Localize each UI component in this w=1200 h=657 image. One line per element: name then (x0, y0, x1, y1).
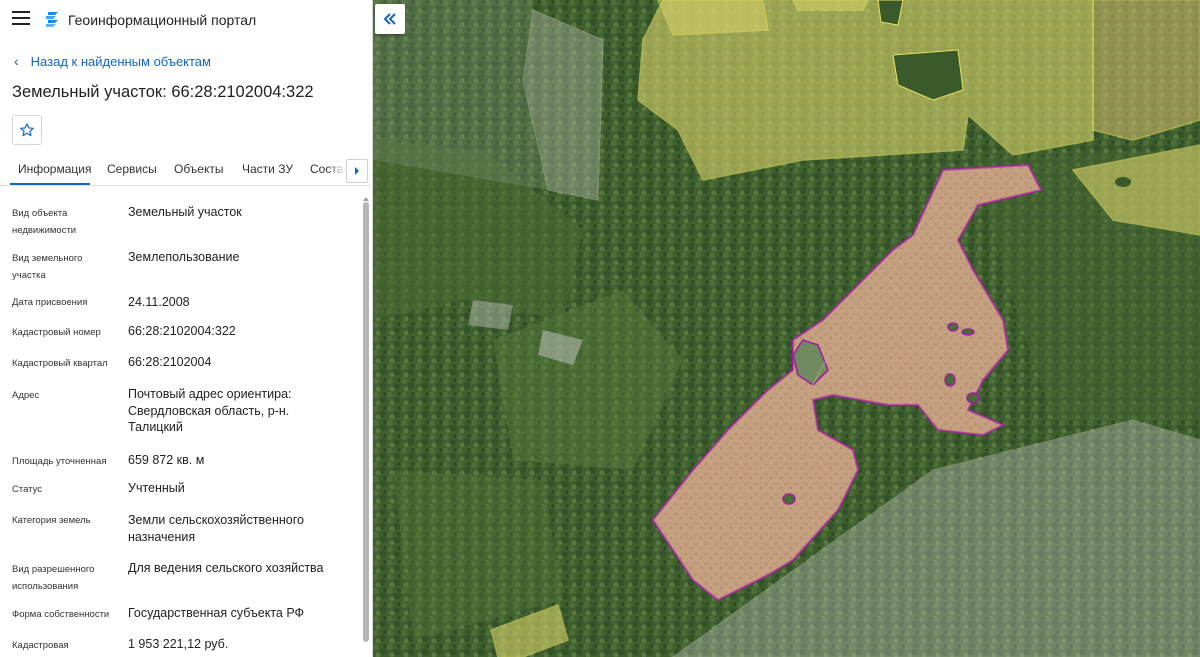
tab-parts[interactable]: Части ЗУ (242, 162, 293, 176)
map-view[interactable] (373, 0, 1200, 657)
hamburger-icon[interactable] (12, 11, 30, 27)
info-label: Дата присвоения (12, 297, 88, 308)
active-tab-indicator (10, 183, 90, 185)
tab-information[interactable]: Информация (18, 162, 91, 176)
chevron-right-icon (355, 167, 359, 175)
info-value: Земельный участок (128, 205, 242, 219)
object-title: Земельный участок: 66:28:2102004:322 (12, 83, 314, 101)
chevron-left-icon: ‹ (14, 53, 19, 69)
info-label: Статус (12, 484, 43, 495)
info-label: Категория земель (12, 515, 91, 526)
info-label: Площадь уточненная (12, 456, 107, 467)
info-scrollbar[interactable] (362, 196, 370, 657)
double-chevron-left-icon (383, 13, 396, 25)
info-list: Вид объекта недвижимости Земельный участ… (0, 186, 360, 657)
favorite-button[interactable] (12, 115, 42, 145)
info-label: Вид разрешенного использования (12, 564, 95, 592)
info-value: Государственная субъекта РФ (128, 606, 305, 620)
info-value: Землепользование (128, 250, 240, 264)
info-label: Кадастровая (12, 640, 69, 651)
satellite-map[interactable] (373, 0, 1200, 657)
scroll-thumb[interactable] (363, 202, 369, 642)
info-value: 66:28:2102004:322 (128, 324, 236, 338)
info-value: 1 953 221,12 руб. (128, 637, 229, 651)
info-value: Почтовый адрес ориентира: Свердловская о… (128, 387, 292, 434)
collapse-panel-button[interactable] (375, 4, 405, 34)
info-label: Вид земельного участка (12, 253, 83, 281)
info-label: Адрес (12, 390, 40, 401)
info-label: Кадастровый квартал (12, 358, 108, 369)
portal-logo-icon (46, 12, 58, 27)
info-label: Вид объекта недвижимости (12, 208, 77, 236)
tab-bar: Информация Сервисы Объекты Части ЗУ Сост… (0, 152, 372, 186)
info-value: 66:28:2102004 (128, 355, 212, 369)
info-value: Земли сельскохозяйственного назначения (128, 513, 304, 544)
info-value: Для ведения сельского хозяйства (128, 561, 324, 575)
top-bar: Геоинформационный портал (0, 0, 372, 40)
info-value: 24.11.2008 (128, 295, 190, 309)
tab-services[interactable]: Сервисы (107, 162, 157, 176)
side-panel: Геоинформационный портал ‹ Назад к найден… (0, 0, 373, 657)
info-label: Форма собственности (12, 609, 110, 620)
tab-objects[interactable]: Объекты (174, 162, 224, 176)
back-link-label: Назад к найденным объектам (30, 54, 211, 69)
info-label: Кадастровый номер (12, 327, 101, 338)
tabs-next-button[interactable] (346, 159, 368, 183)
info-value: 659 872 кв. м (128, 453, 205, 467)
info-value: Учтенный (128, 481, 185, 495)
tabs-fade (328, 152, 346, 185)
back-link[interactable]: ‹ Назад к найденным объектам (14, 53, 211, 69)
app-title: Геоинформационный портал (68, 12, 257, 28)
star-icon (20, 123, 34, 137)
